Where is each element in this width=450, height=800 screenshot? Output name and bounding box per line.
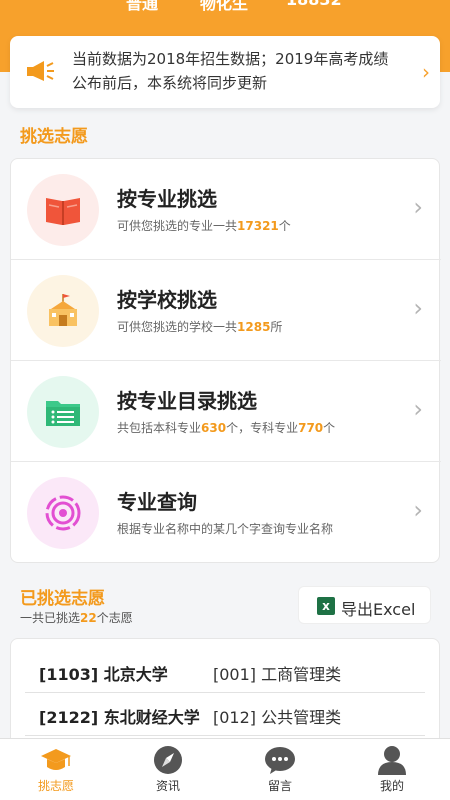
tab-label: 留言 [267, 779, 292, 793]
undergrad-count: 630 [201, 421, 227, 435]
school-name: [2122] 东北财经大学 [39, 708, 200, 727]
list-item[interactable]: [1103] 北京大学 [001] 工商管理类 [25, 651, 425, 693]
list-item[interactable]: [2122] 东北财经大学 [012] 公共管理类 [25, 694, 425, 736]
chat-bubble-icon [265, 747, 295, 774]
export-excel-button[interactable]: x 导出Excel [298, 586, 431, 624]
tab-label: 挑志愿 [37, 779, 74, 793]
chevron-right-icon: › [413, 496, 423, 524]
tab-news[interactable]: 资讯 [112, 739, 224, 800]
header-stats: 普通 物化生 18832 [0, 0, 450, 13]
option-desc: 可供您挑选的专业一共17321个 [117, 219, 291, 233]
section-title-selected: 已挑选志愿 [20, 589, 105, 609]
pick-options-card: 按专业挑选 可供您挑选的专业一共17321个 › 按学校挑选 可供您挑选的学校一… [10, 158, 441, 563]
option-desc: 可供您挑选的学校一共1285所 [117, 320, 283, 334]
school-name: [1103] 北京大学 [39, 665, 168, 684]
book-icon [46, 198, 80, 225]
school-count: 1285 [237, 320, 271, 334]
major-name: [012] 公共管理类 [213, 708, 342, 727]
notice-text: 当前数据为2018年招生数据；2019年高考成绩公布前后，本系统将同步更新 [72, 50, 389, 92]
tab-label: 资讯 [155, 779, 180, 793]
compass-icon [154, 746, 182, 774]
export-label: 导出Excel [341, 600, 416, 619]
chevron-right-icon: › [413, 395, 423, 423]
option-by-major[interactable]: 按专业挑选 可供您挑选的专业一共17321个 › [11, 159, 441, 260]
major-count: 17321 [237, 219, 279, 233]
tab-label: 我的 [379, 779, 404, 793]
option-desc: 共包括本科专业630个，专科专业770个 [117, 421, 336, 435]
option-title: 按专业挑选 [117, 187, 217, 211]
excel-icon: x [317, 597, 335, 615]
target-icon [45, 495, 81, 531]
bottom-tab-bar: 挑志愿 资讯 留言 我的 [0, 738, 450, 800]
option-title: 专业查询 [117, 490, 197, 514]
college-count: 770 [298, 421, 324, 435]
option-title: 按专业目录挑选 [117, 389, 257, 413]
option-by-school[interactable]: 按学校挑选 可供您挑选的学校一共1285所 › [11, 260, 441, 361]
chevron-right-icon: › [413, 193, 423, 221]
major-name: [001] 工商管理类 [213, 665, 342, 684]
graduation-cap-icon [41, 749, 71, 770]
tab-pick[interactable]: 挑志愿 [0, 739, 112, 800]
notice-banner[interactable]: 当前数据为2018年招生数据；2019年高考成绩公布前后，本系统将同步更新 › [10, 36, 440, 108]
option-title: 按学校挑选 [117, 288, 217, 312]
tab-messages[interactable]: 留言 [224, 739, 336, 800]
option-by-catalog[interactable]: 按专业目录挑选 共包括本科专业630个，专科专业770个 › [11, 361, 441, 462]
section-title-pick: 挑选志愿 [20, 127, 88, 147]
megaphone-icon [27, 61, 54, 81]
folder-list-icon [46, 401, 80, 426]
user-icon [378, 746, 406, 775]
stat-rank: 18832 [286, 0, 342, 9]
chevron-right-icon: › [413, 294, 423, 322]
stat-subjects: 物化生 [200, 0, 249, 13]
tab-profile[interactable]: 我的 [336, 739, 448, 800]
selected-list: [1103] 北京大学 [001] 工商管理类 [2122] 东北财经大学 [0… [10, 638, 440, 748]
selected-count: 一共已挑选22个志愿 [20, 611, 133, 625]
option-desc: 根据专业名称中的某几个字查询专业名称 [117, 522, 334, 536]
option-major-search[interactable]: 专业查询 根据专业名称中的某几个字查询专业名称 › [11, 462, 441, 563]
stat-type: 普通 [126, 0, 159, 13]
chevron-right-icon: › [422, 60, 430, 84]
school-building-icon [49, 294, 77, 326]
